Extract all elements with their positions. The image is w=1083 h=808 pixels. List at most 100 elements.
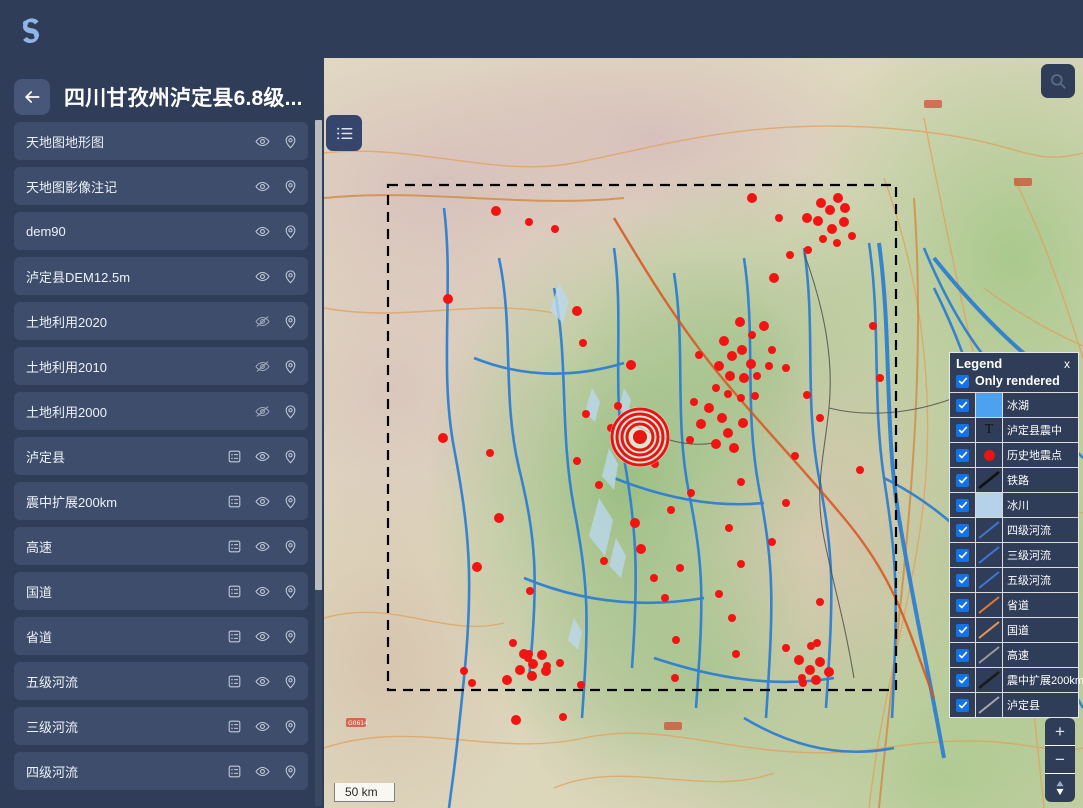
legend-row[interactable]: 泸定县 (950, 692, 1078, 717)
legend-row-checkbox[interactable] (956, 448, 969, 462)
location-pin-icon[interactable] (283, 494, 298, 509)
layer-item[interactable]: 天地图影像注记 (14, 167, 308, 205)
layer-item[interactable]: 省道 (14, 617, 308, 655)
eye-icon[interactable] (255, 629, 270, 644)
map-viewport[interactable]: G0614 + − 50 km Legend x Only rendered 冰… (324, 58, 1083, 808)
legend-row-checkbox[interactable] (956, 473, 969, 487)
eye-off-icon[interactable] (255, 359, 270, 374)
location-pin-icon[interactable] (283, 539, 298, 554)
map-search-button[interactable] (1041, 64, 1075, 98)
zoom-out-button[interactable]: − (1045, 746, 1075, 774)
legend-row-checkbox[interactable] (956, 698, 969, 712)
eye-icon[interactable] (255, 764, 270, 779)
legend-row[interactable]: T 泸定县震中 (950, 417, 1078, 442)
layer-item-label: 省道 (26, 629, 53, 645)
eye-icon[interactable] (255, 179, 270, 194)
back-button[interactable] (14, 79, 50, 115)
legend-row-checkbox[interactable] (956, 623, 969, 637)
location-pin-icon[interactable] (283, 134, 298, 149)
layer-legend-icon[interactable] (227, 674, 242, 689)
eye-icon[interactable] (255, 539, 270, 554)
legend-row[interactable]: 震中扩展200km (950, 667, 1083, 692)
legend-row-checkbox[interactable] (956, 523, 969, 537)
eye-icon[interactable] (255, 269, 270, 284)
layer-item[interactable]: 土地利用2010 (14, 347, 308, 385)
legend-row[interactable]: 三级河流 (950, 542, 1078, 567)
legend-row[interactable]: 冰湖 (950, 392, 1078, 417)
layer-legend-icon[interactable] (227, 629, 242, 644)
eye-icon[interactable] (255, 674, 270, 689)
layer-item[interactable]: 土地利用2000 (14, 392, 308, 430)
location-pin-icon[interactable] (283, 584, 298, 599)
location-pin-icon[interactable] (283, 764, 298, 779)
location-pin-icon[interactable] (283, 224, 298, 239)
layer-item[interactable]: 国道 (14, 572, 308, 610)
layer-legend-icon[interactable] (227, 719, 242, 734)
legend-row-checkbox[interactable] (956, 423, 969, 437)
layer-item[interactable]: 五级河流 (14, 662, 308, 700)
layer-legend-icon[interactable] (227, 584, 242, 599)
legend-row-checkbox[interactable] (956, 498, 969, 512)
eye-icon[interactable] (255, 584, 270, 599)
layer-item[interactable]: 天地图地形图 (14, 122, 308, 160)
legend-row-checkbox[interactable] (956, 398, 969, 412)
legend-row[interactable]: 历史地震点 (950, 442, 1078, 467)
layer-item[interactable]: 土地利用2020 (14, 302, 308, 340)
eye-off-icon[interactable] (255, 314, 270, 329)
only-rendered-checkbox[interactable] (956, 374, 969, 388)
legend-only-rendered-row[interactable]: Only rendered (950, 373, 1078, 392)
legend-row-checkbox[interactable] (956, 573, 969, 587)
legend-row[interactable]: 五级河流 (950, 567, 1078, 592)
map-zoom-controls[interactable]: + − (1045, 718, 1075, 802)
layer-item[interactable]: 四级河流 (14, 752, 308, 790)
legend-row[interactable]: 国道 (950, 617, 1078, 642)
legend-row[interactable]: 高速 (950, 642, 1078, 667)
legend-row-checkbox[interactable] (956, 548, 969, 562)
eye-off-icon[interactable] (255, 404, 270, 419)
legend-row[interactable]: 四级河流 (950, 517, 1078, 542)
close-icon[interactable]: x (1062, 357, 1072, 371)
layer-item[interactable]: 高速 (14, 527, 308, 565)
legend-row-checkbox[interactable] (956, 598, 969, 612)
layer-legend-icon[interactable] (227, 494, 242, 509)
location-pin-icon[interactable] (283, 179, 298, 194)
location-pin-icon[interactable] (283, 314, 298, 329)
legend-row[interactable]: 铁路 (950, 467, 1078, 492)
legend-rows[interactable]: 冰湖 T 泸定县震中 历史地震点 铁路 冰川 四级河流 三级河流 五级河流 省道 国道 高速 震中扩展2… (950, 392, 1083, 717)
s-logo-icon[interactable] (14, 12, 48, 46)
layer-list-toggle-button[interactable] (326, 115, 362, 151)
layer-item[interactable]: 泸定县DEM12.5m (14, 257, 308, 295)
eye-icon[interactable] (255, 224, 270, 239)
legend-symbol-text: T (975, 418, 1003, 442)
layer-item[interactable]: dem90 (14, 212, 308, 250)
eye-icon[interactable] (255, 494, 270, 509)
layer-legend-icon[interactable] (227, 449, 242, 464)
location-pin-icon[interactable] (283, 404, 298, 419)
zoom-in-button[interactable]: + (1045, 718, 1075, 746)
eye-icon[interactable] (255, 719, 270, 734)
location-pin-icon[interactable] (283, 449, 298, 464)
eye-icon[interactable] (255, 449, 270, 464)
legend-row-checkbox[interactable] (956, 648, 969, 662)
layer-item[interactable]: 震中扩展200km (14, 482, 308, 520)
legend-panel[interactable]: Legend x Only rendered 冰湖 T 泸定县震中 历史地震点 铁路 冰川… (949, 352, 1083, 718)
layer-item-label: 高速 (26, 539, 53, 555)
map-scalebar: 50 km (334, 783, 395, 802)
location-pin-icon[interactable] (283, 719, 298, 734)
legend-row[interactable]: 冰川 (950, 492, 1078, 517)
layer-item[interactable]: 泸定县 (14, 437, 308, 475)
location-pin-icon[interactable] (283, 359, 298, 374)
layer-item[interactable]: 三级河流 (14, 707, 308, 745)
layer-item-label: 土地利用2010 (26, 359, 107, 375)
layer-legend-icon[interactable] (227, 764, 242, 779)
layer-list[interactable]: 天地图地形图 天地图影像注记 dem90 泸定县DEM12.5m 土地利用2020 土地利… (0, 122, 324, 808)
layer-legend-icon[interactable] (227, 539, 242, 554)
legend-row[interactable]: 省道 (950, 592, 1078, 617)
location-pin-icon[interactable] (283, 629, 298, 644)
legend-row-checkbox[interactable] (956, 673, 969, 687)
location-pin-icon[interactable] (283, 269, 298, 284)
location-pin-icon[interactable] (283, 674, 298, 689)
compass-reset-button[interactable] (1045, 774, 1075, 802)
sidebar-scrollbar-thumb[interactable] (315, 120, 322, 590)
eye-icon[interactable] (255, 134, 270, 149)
